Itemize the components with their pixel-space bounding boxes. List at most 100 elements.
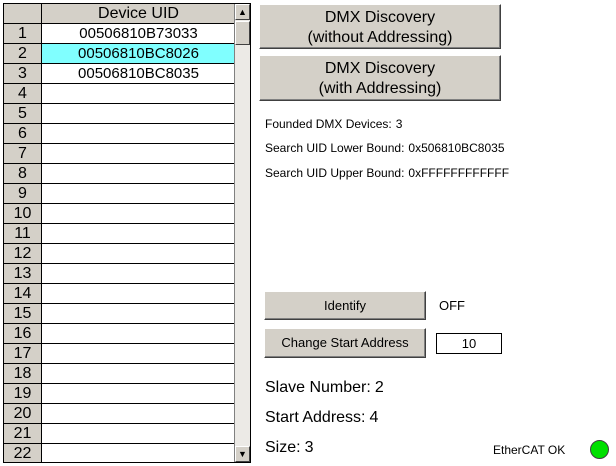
- row-number[interactable]: 2: [4, 44, 42, 64]
- uid-upper-bound-info: Search UID Upper Bound: 0xFFFFFFFFFFFF: [265, 166, 509, 180]
- table-row[interactable]: 19: [4, 384, 235, 404]
- row-number[interactable]: 8: [4, 164, 42, 184]
- table-row[interactable]: 17: [4, 344, 235, 364]
- row-number[interactable]: 7: [4, 144, 42, 164]
- row-number[interactable]: 17: [4, 344, 42, 364]
- table-row[interactable]: 1 00506810B73033: [4, 24, 235, 44]
- row-number[interactable]: 20: [4, 404, 42, 424]
- row-number[interactable]: 16: [4, 324, 42, 344]
- device-uid-cell[interactable]: [42, 104, 235, 124]
- device-uid-cell[interactable]: 00506810B73033: [42, 24, 235, 44]
- column-header-device-uid[interactable]: Device UID: [42, 4, 235, 24]
- start-address-input[interactable]: [436, 333, 502, 354]
- device-uid-table: Device UID 1 00506810B73033 2 00506810BC802…: [3, 3, 251, 463]
- founded-devices-label: Founded DMX Devices:: [265, 117, 392, 131]
- table-rows: 1 00506810B73033 2 00506810BC8026 3 00506810B…: [4, 24, 235, 462]
- size-info: Size: 3: [265, 439, 313, 457]
- device-uid-cell[interactable]: [42, 244, 235, 264]
- slave-number-info: Slave Number: 2: [265, 379, 384, 397]
- device-uid-cell[interactable]: [42, 384, 235, 404]
- change-start-address-button[interactable]: Change Start Address: [264, 328, 426, 358]
- identify-button[interactable]: Identify: [264, 291, 426, 320]
- uid-lower-bound-info: Search UID Lower Bound: 0x506810BC8035: [265, 141, 505, 155]
- scroll-thumb[interactable]: [235, 21, 250, 45]
- row-number[interactable]: 3: [4, 64, 42, 84]
- dmx-discovery-with-addressing-button[interactable]: DMX Discovery (with Addressing): [259, 55, 501, 101]
- row-number[interactable]: 11: [4, 224, 42, 244]
- row-number[interactable]: 10: [4, 204, 42, 224]
- device-uid-cell[interactable]: [42, 444, 235, 462]
- slave-number-label: Slave Number:: [265, 379, 371, 396]
- row-number[interactable]: 1: [4, 24, 42, 44]
- device-uid-cell[interactable]: [42, 284, 235, 304]
- dmx-discovery-without-addressing-button[interactable]: DMX Discovery (without Addressing): [259, 4, 501, 49]
- uid-upper-bound-label: Search UID Upper Bound:: [265, 166, 405, 180]
- table-row[interactable]: 14: [4, 284, 235, 304]
- table-row[interactable]: 21: [4, 424, 235, 444]
- table-scrollbar[interactable]: ▲ ▼: [234, 4, 250, 462]
- device-uid-cell[interactable]: [42, 344, 235, 364]
- table-row[interactable]: 22: [4, 444, 235, 462]
- row-number[interactable]: 4: [4, 84, 42, 104]
- row-number[interactable]: 15: [4, 304, 42, 324]
- table-row[interactable]: 13: [4, 264, 235, 284]
- table-row[interactable]: 12: [4, 244, 235, 264]
- table-row[interactable]: 2 00506810BC8026: [4, 44, 235, 64]
- device-uid-cell[interactable]: [42, 84, 235, 104]
- device-uid-cell[interactable]: 00506810BC8026: [42, 44, 235, 64]
- start-address-value: 4: [369, 409, 379, 426]
- row-number[interactable]: 5: [4, 104, 42, 124]
- scroll-up-button[interactable]: ▲: [235, 4, 250, 20]
- row-number[interactable]: 18: [4, 364, 42, 384]
- size-value: 3: [304, 439, 314, 456]
- table-row[interactable]: 7: [4, 144, 235, 164]
- device-uid-cell[interactable]: [42, 324, 235, 344]
- start-address-info: Start Address: 4: [265, 409, 378, 427]
- device-uid-cell[interactable]: [42, 304, 235, 324]
- device-uid-cell[interactable]: [42, 264, 235, 284]
- device-uid-cell[interactable]: [42, 224, 235, 244]
- uid-lower-bound-label: Search UID Lower Bound:: [265, 141, 405, 155]
- identify-state-value: OFF: [439, 298, 465, 313]
- device-uid-cell[interactable]: [42, 364, 235, 384]
- uid-upper-bound-value: 0xFFFFFFFFFFFF: [408, 166, 510, 180]
- uid-lower-bound-value: 0x506810BC8035: [408, 141, 505, 155]
- device-uid-cell[interactable]: [42, 404, 235, 424]
- table-row[interactable]: 20: [4, 404, 235, 424]
- table-row[interactable]: 16: [4, 324, 235, 344]
- table-row[interactable]: 9: [4, 184, 235, 204]
- button-label-line1: DMX Discovery: [324, 9, 436, 26]
- start-address-label: Start Address:: [265, 409, 366, 426]
- device-uid-cell[interactable]: [42, 424, 235, 444]
- table-row[interactable]: 11: [4, 224, 235, 244]
- row-number[interactable]: 13: [4, 264, 42, 284]
- table-row[interactable]: 8: [4, 164, 235, 184]
- table-row[interactable]: 10: [4, 204, 235, 224]
- row-number[interactable]: 22: [4, 444, 42, 462]
- device-uid-cell[interactable]: [42, 144, 235, 164]
- table-row[interactable]: 15: [4, 304, 235, 324]
- row-number[interactable]: 14: [4, 284, 42, 304]
- founded-devices-info: Founded DMX Devices: 3: [265, 117, 402, 131]
- row-number[interactable]: 21: [4, 424, 42, 444]
- ethercat-status-led-icon: [590, 440, 609, 459]
- slave-number-value: 2: [374, 379, 384, 396]
- device-uid-cell[interactable]: [42, 164, 235, 184]
- scroll-down-button[interactable]: ▼: [235, 446, 250, 462]
- device-uid-cell[interactable]: [42, 204, 235, 224]
- row-number[interactable]: 12: [4, 244, 42, 264]
- ethercat-status-label: EtherCAT OK: [493, 443, 566, 457]
- table-row[interactable]: 5: [4, 104, 235, 124]
- row-number[interactable]: 9: [4, 184, 42, 204]
- button-label-line2: (with Addressing): [318, 80, 442, 97]
- device-uid-cell[interactable]: 00506810BC8035: [42, 64, 235, 84]
- table-row[interactable]: 4: [4, 84, 235, 104]
- table-row[interactable]: 18: [4, 364, 235, 384]
- table-row[interactable]: 3 00506810BC8035: [4, 64, 235, 84]
- row-number[interactable]: 6: [4, 124, 42, 144]
- device-uid-cell[interactable]: [42, 184, 235, 204]
- table-row[interactable]: 6: [4, 124, 235, 144]
- table-header: Device UID: [4, 4, 235, 24]
- row-number[interactable]: 19: [4, 384, 42, 404]
- device-uid-cell[interactable]: [42, 124, 235, 144]
